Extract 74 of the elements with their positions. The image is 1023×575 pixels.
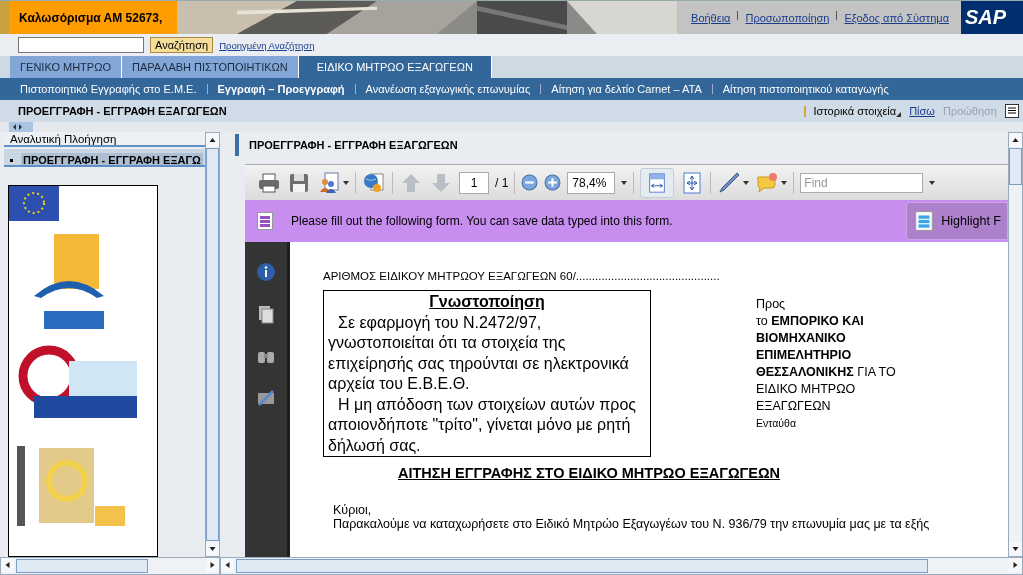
form-notice: Please fill out the following form. You can save data typed into this form. (291, 214, 674, 228)
subnav-item[interactable]: Αίτηση πιστοποιητικού καταγωγής (722, 83, 889, 95)
pane-resize-icon[interactable] (9, 122, 33, 132)
vertical-scrollbar[interactable] (1008, 132, 1023, 557)
scroll-up-icon[interactable] (1009, 133, 1022, 147)
users-document-icon[interactable] (317, 170, 341, 195)
caret-icon[interactable] (343, 180, 349, 185)
welcome-banner: Καλωσόρισμα ΑΜ 52673, (0, 1, 177, 34)
subnav-item[interactable]: Αίτηση για δελτίο Carnet – ATA (551, 83, 702, 95)
form-icon (257, 212, 273, 230)
menu-icon[interactable] (1005, 104, 1019, 118)
subnav-item[interactable]: Πιστοποιητικό Εγγραφής στο Ε.Μ.Ε. (20, 83, 197, 95)
registry-number-line: ΑΡΙΘΜΟΣ ΕΙΔΙΚΟΥ ΜΗΤΡΩΟΥ ΕΞΑΓΩΓΕΩΝ 60/............................................. (323, 270, 721, 282)
sidebar-title: Αναλυτική Πλοήγηση (4, 132, 205, 148)
scroll-down-icon[interactable] (206, 542, 219, 556)
search-button[interactable]: Αναζήτηση (150, 37, 214, 53)
scroll-thumb[interactable] (236, 559, 928, 573)
notice-paragraph: Η μη απόδοση των στοιχείων αυτών προς αποιονδήποτε "τρίτο", γίνεται μόνο με ρητή δήλωσή σας. (328, 394, 638, 456)
advanced-search-link[interactable]: Προηγμένη Αναζήτηση (219, 39, 315, 51)
caret-icon[interactable] (743, 180, 750, 185)
page-title: ΠΡΟΕΓΓΡΑΦΗ - ΕΓΓΡΑΦΗ ΕΞΑΓΩΓΕΩΝ (18, 105, 228, 117)
zoom-out-icon[interactable] (521, 174, 539, 191)
header-link[interactable]: Βοήθεια (691, 11, 731, 24)
scroll-down-icon[interactable] (1009, 542, 1022, 556)
recipient-place: Ενταύθα (756, 416, 797, 431)
subnav-item[interactable]: Ανανέωση εξαγωγικής επωνυμίας (365, 83, 531, 95)
caret-icon[interactable] (621, 180, 628, 185)
scroll-up-icon[interactable] (206, 133, 219, 147)
tab[interactable]: ΕΙΔΙΚΟ ΜΗΤΡΩΟ ΕΞΑΓΩΓΕΩΝ (298, 56, 492, 78)
vertical-scrollbar[interactable] (205, 132, 220, 557)
scroll-right-icon[interactable] (1009, 558, 1022, 572)
document-heading: ΑΙΤΗΣΗ ΕΓΓΡΑΦΗΣ ΣΤΟ ΕΙΔΙΚΟ ΜΗΤΡΩΟ ΕΞΑΓΩΓΕΩΝ (398, 465, 782, 481)
scroll-thumb[interactable] (206, 148, 219, 541)
header-link[interactable]: Εξοδος από Σύστημα (844, 11, 949, 24)
caret-icon[interactable] (781, 180, 788, 185)
body-text: Παρακαλούμε να καταχωρήσετε στο Ειδικό Μητρώο Εξαγωγέων του Ν. 936/79 την επωνυμία μας με τα εξής (333, 517, 931, 531)
signature-icon[interactable] (256, 388, 276, 408)
scroll-thumb[interactable] (16, 559, 148, 573)
form-icon (915, 211, 934, 231)
pen-icon[interactable] (717, 170, 742, 195)
corner-icon (896, 112, 902, 117)
scroll-right-icon[interactable] (206, 558, 219, 572)
pages-icon[interactable] (256, 304, 276, 324)
recipient-label: Προς (756, 296, 787, 313)
notice-title: Γνωστοποίηση (428, 292, 546, 312)
page-action[interactable]: Ιστορικά στοιχεία (813, 105, 902, 117)
info-icon[interactable] (256, 262, 276, 282)
logo: SAP (961, 1, 1023, 34)
sidebar-item[interactable]: ΠΡΟΕΓΓΡΑΦΗ - ΕΓΓΡΑΦΗ ΕΞΑΓΩ (21, 153, 203, 166)
highlight-fields-button[interactable]: Highlight F (906, 202, 1008, 240)
print-icon[interactable] (257, 170, 281, 195)
fit-width-button[interactable] (640, 167, 675, 198)
page-count: / 1 (495, 175, 509, 190)
globe-document-icon[interactable] (362, 170, 386, 195)
scroll-thumb[interactable] (1009, 148, 1022, 185)
scroll-left-icon[interactable] (1, 558, 14, 572)
horizontal-scrollbar[interactable] (0, 557, 220, 575)
search-field[interactable] (18, 37, 144, 53)
header-link[interactable]: Προσωποποίηση (745, 11, 830, 24)
tab[interactable]: ΠΑΡΑΛΑΒΗ ΠΙΣΤΟΠΟΙΗΤΙΚΩΝ (121, 56, 299, 78)
bullet-icon (10, 158, 13, 162)
page-number-field[interactable]: 1 (459, 171, 489, 194)
tab[interactable]: ΓΕΝΙΚΟ ΜΗΤΡΩΟ (10, 56, 122, 78)
scroll-left-icon[interactable] (221, 558, 234, 572)
caret-icon[interactable] (929, 180, 936, 185)
subnav-item[interactable]: Εγγραφή – Προεγγραφή (217, 83, 345, 95)
notice-paragraph: Σε εφαρμογή του Ν.2472/97, γνωστοποιείται ότι τα στοιχεία της επιχείρησής σας τηρούνται σε ηλεκτρονικά αρχεία του Ε.Β.Ε.Θ. (328, 312, 630, 394)
page-action[interactable]: Πίσω (909, 105, 935, 117)
recipient-text: το ΕΜΠΟΡΙΚΟ ΚΑΙ ΒΙΟΜΗΧΑΝΙΚΟ ΕΠΙΜΕΛΗΤΗΡΙΟ ΘΕΣΣΑΛΟΝΙΚΗΣ ΓΙΑ ΤΟ ΕΙΔΙΚΟ ΜΗΤΡΩΟ ΕΞΑΓΩΓΕΩΝ (756, 313, 897, 415)
horizontal-scrollbar[interactable] (220, 557, 1023, 575)
find-field[interactable]: Find (800, 172, 924, 193)
zoom-field[interactable]: 78,4% (567, 171, 616, 194)
zoom-in-icon[interactable] (544, 174, 562, 191)
salutation: Κύριοι, (333, 503, 373, 517)
